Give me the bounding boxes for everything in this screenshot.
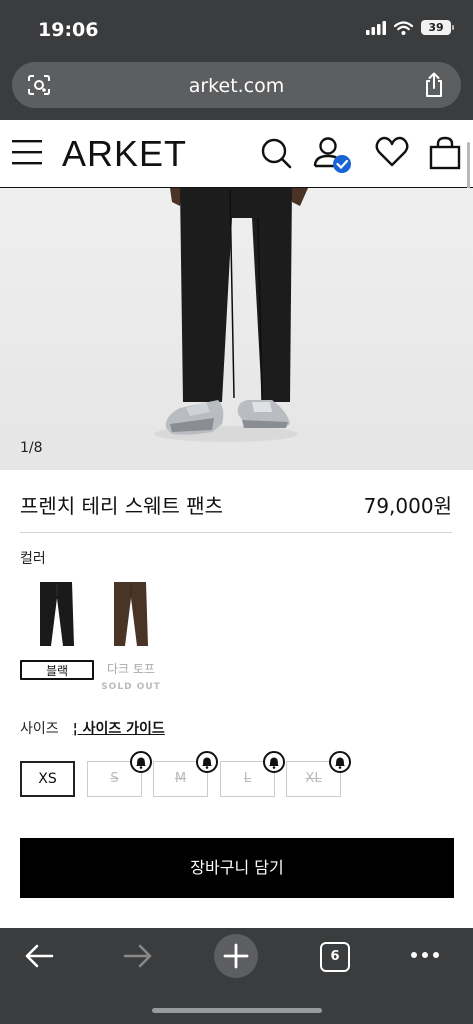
size-option-label: XS: [38, 771, 57, 787]
more-options-icon[interactable]: [410, 950, 440, 960]
divider: [20, 532, 452, 533]
product-photo: [0, 188, 473, 470]
status-indicators: 39: [366, 20, 454, 35]
back-arrow-icon[interactable]: [24, 938, 54, 974]
url-text: arket.com: [188, 75, 285, 97]
image-counter: 1/8: [20, 440, 43, 456]
notify-bell-icon[interactable]: [130, 751, 152, 773]
brand-logo[interactable]: ARKET: [62, 133, 187, 175]
site-header: ARKET: [0, 120, 473, 188]
heart-icon[interactable]: [375, 136, 409, 168]
color-option-dark-taupe[interactable]: 다크 토프 SOLD OUT: [94, 576, 168, 692]
web-page: ARKET 1/8 프렌치 테리 스웨트 팬츠 79,000원 컬러 블랙 다크…: [0, 120, 473, 928]
size-label: 사이즈: [20, 721, 59, 737]
status-bar: 19:06 39: [0, 0, 473, 58]
notify-bell-icon[interactable]: [196, 751, 218, 773]
wifi-icon: [394, 20, 413, 35]
size-option-label: M: [174, 771, 187, 786]
browser-bottom-bar: 6: [0, 928, 473, 1024]
address-bar[interactable]: arket.com: [12, 62, 461, 108]
product-price: 79,000원: [363, 494, 452, 518]
browser-toolbar: arket.com: [0, 58, 473, 120]
search-icon[interactable]: [260, 136, 292, 170]
size-guide-link[interactable]: ¦ 사이즈 가이드: [73, 718, 165, 738]
shopping-bag-icon[interactable]: [429, 136, 461, 170]
taupe-pants-thumbnail: [114, 582, 148, 646]
size-option-label: S: [110, 771, 119, 786]
size-option-label: XL: [305, 771, 322, 786]
size-header: 사이즈 ¦ 사이즈 가이드: [20, 718, 165, 738]
new-tab-button[interactable]: [214, 934, 258, 978]
add-to-cart-button[interactable]: 장바구니 담기: [20, 838, 454, 898]
color-option-black[interactable]: 블랙: [20, 576, 94, 686]
product-title: 프렌치 테리 스웨트 팬츠: [20, 494, 224, 518]
notify-bell-icon[interactable]: [329, 751, 351, 773]
hamburger-menu-icon[interactable]: [12, 138, 42, 166]
account-icon[interactable]: [312, 136, 354, 176]
status-time: 19:06: [38, 19, 99, 41]
size-option-xl[interactable]: XL: [286, 751, 351, 797]
battery-icon: 39: [421, 20, 454, 35]
color-option-label: 블랙: [20, 660, 94, 680]
notify-bell-icon[interactable]: [263, 751, 285, 773]
color-option-label: 다크 토프: [107, 662, 155, 676]
black-pants-thumbnail: [40, 582, 74, 646]
home-indicator[interactable]: [152, 1008, 322, 1013]
product-image[interactable]: 1/8: [0, 188, 473, 470]
color-label: 컬러: [20, 551, 46, 567]
size-option-m[interactable]: M: [153, 751, 218, 797]
size-option-label: L: [243, 771, 252, 786]
size-option-l[interactable]: L: [220, 751, 285, 797]
sold-out-badge: SOLD OUT: [101, 682, 161, 692]
ruler-icon: ¦: [72, 721, 83, 737]
size-option-s[interactable]: S: [87, 751, 152, 797]
plus-icon: [223, 943, 249, 969]
tabs-button[interactable]: 6: [320, 942, 350, 972]
share-icon[interactable]: [423, 72, 445, 98]
signal-icon: [366, 20, 386, 35]
size-option-xs[interactable]: XS: [20, 761, 75, 797]
forward-arrow-icon[interactable]: [123, 938, 153, 974]
